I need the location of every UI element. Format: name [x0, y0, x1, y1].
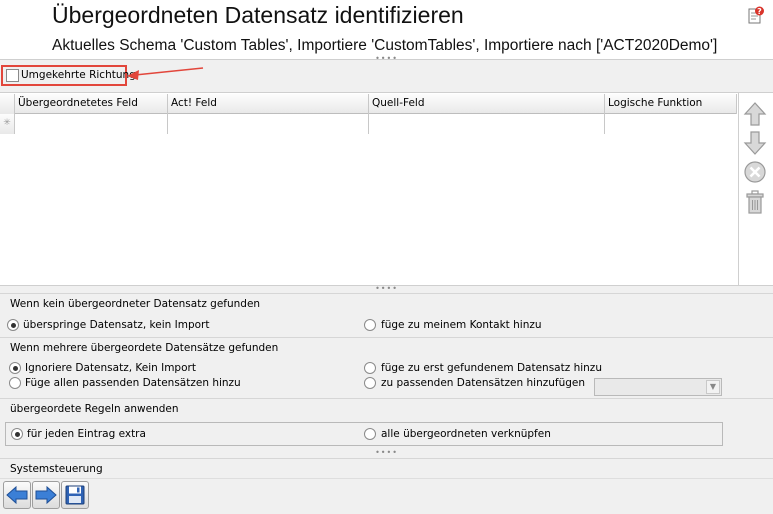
table-cell[interactable] [605, 114, 737, 134]
rules-link-all-radio[interactable] [364, 428, 376, 440]
column-header[interactable]: Quell-Feld [369, 94, 605, 114]
multiple-first-radio[interactable] [364, 362, 376, 374]
rules-each-label: für jeden Eintrag extra [27, 428, 146, 440]
mapping-grid: Übergeordnetetes Feld Act! Feld Quell-Fe… [0, 94, 738, 284]
header: Übergeordneten Datensatz identifizieren … [0, 0, 773, 60]
table-cell[interactable] [369, 114, 605, 134]
rules-each-radio[interactable] [11, 428, 23, 440]
splitter-grip[interactable]: •••• [0, 55, 773, 63]
system-heading: Systemsteuerung [0, 458, 773, 478]
multiple-ignore-radio[interactable] [9, 362, 21, 374]
rules-heading: übergeordete Regeln anwenden [0, 398, 773, 418]
chevron-down-icon[interactable]: ▼ [706, 380, 720, 394]
table-cell[interactable] [168, 114, 369, 134]
reverse-direction-label: Umgekehrte Richtung [21, 69, 136, 81]
no-parent-add-contact-label: füge zu meinem Kontakt hinzu [381, 319, 542, 331]
reverse-direction-option[interactable]: Umgekehrte Richtung [1, 65, 136, 86]
reverse-direction-checkbox[interactable] [6, 69, 19, 82]
page-subtitle: Aktuelles Schema 'Custom Tables', Import… [52, 37, 718, 54]
new-row-marker: ✳ [0, 114, 15, 134]
page-title: Übergeordneten Datensatz identifizieren [52, 2, 464, 28]
annotation-arrow [127, 67, 204, 80]
svg-text:?: ? [757, 7, 762, 16]
no-parent-skip-label: überspringe Datensatz, kein Import [23, 319, 210, 331]
remove-icon[interactable] [743, 159, 767, 185]
back-button[interactable] [3, 481, 31, 509]
mapping-grid-panel: Übergeordnetetes Feld Act! Feld Quell-Fe… [0, 92, 773, 286]
grid-corner [0, 94, 15, 114]
matching-records-select[interactable]: ▼ [594, 378, 722, 396]
grid-header: Übergeordnetetes Feld Act! Feld Quell-Fe… [0, 94, 737, 114]
help-icon[interactable]: ? [748, 6, 764, 24]
no-parent-add-contact-radio[interactable] [364, 319, 376, 331]
multiple-all-label: Füge allen passenden Datensätzen hinzu [25, 377, 241, 389]
multiple-matching-radio[interactable] [364, 377, 376, 389]
arrow-down-icon[interactable] [743, 130, 767, 156]
column-header[interactable]: Act! Feld [168, 94, 369, 114]
trash-icon[interactable] [743, 189, 767, 215]
save-button[interactable] [61, 481, 89, 509]
save-icon [65, 485, 85, 505]
column-header[interactable]: Logische Funktion [605, 94, 737, 114]
grid-divider [738, 93, 739, 285]
table-cell[interactable] [15, 114, 168, 134]
multiple-first-label: füge zu erst gefundenem Datensatz hinzu [381, 362, 602, 374]
multiple-ignore-label: Ignoriere Datensatz, Kein Import [25, 362, 196, 374]
arrow-up-icon[interactable] [743, 101, 767, 127]
multiple-all-radio[interactable] [9, 377, 21, 389]
divider [0, 478, 773, 479]
multiple-matching-label: zu passenden Datensätzen hinzufügen [381, 377, 586, 389]
multiple-parents-heading: Wenn mehrere übergeordete Datensätze gef… [0, 337, 773, 357]
splitter-grip[interactable]: •••• [0, 285, 773, 293]
rules-link-all-label: alle übergeordneten verknüpfen [381, 428, 551, 440]
no-parent-skip-radio[interactable] [7, 319, 19, 331]
arrow-left-icon [6, 485, 28, 505]
no-parent-heading: Wenn kein übergeordneter Datensatz gefun… [0, 293, 773, 313]
splitter-grip[interactable]: •••• [0, 449, 773, 457]
arrow-right-icon [35, 485, 57, 505]
table-row-new[interactable]: ✳ [0, 114, 737, 134]
forward-button[interactable] [32, 481, 60, 509]
column-header[interactable]: Übergeordnetetes Feld [15, 94, 168, 114]
